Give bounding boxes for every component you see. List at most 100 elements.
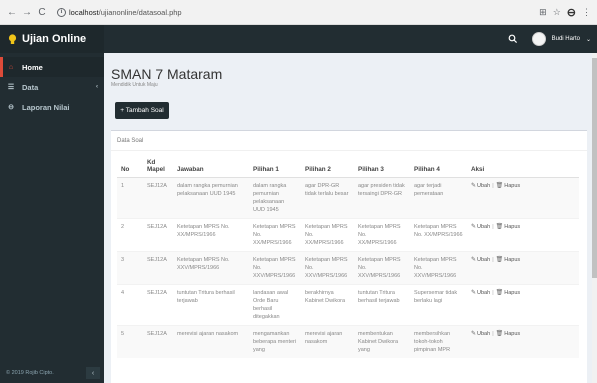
scrollbar-thumb[interactable] [592, 58, 597, 278]
table-header-row: No Kd Mapel Jawaban Pilihan 1 Pilihan 2 … [117, 155, 579, 178]
action-separator: | [492, 257, 494, 263]
edit-label: Ubah [477, 257, 491, 263]
data-soal-box: Data Soal No Kd Mapel Jawaban Pilihan 1 … [111, 130, 587, 383]
table-cell-jawaban: tuntutan Tritura berhasil terjawab [173, 284, 249, 326]
user-menu-caret-icon[interactable]: ⌄ [586, 36, 591, 43]
edit-link[interactable]: ✎Ubah [471, 290, 490, 296]
table-cell-actions: ✎Ubah | 🗑Hapus [467, 218, 579, 252]
back-arrow-icon[interactable]: ← [6, 5, 18, 19]
table-cell-p1: landasan awal Orde Baru berhasil ditegak… [249, 284, 301, 326]
star-icon[interactable]: ☆ [553, 7, 561, 18]
translate-icon[interactable]: ⊞ [539, 7, 547, 18]
table-cell-no: 2 [117, 218, 143, 252]
delete-link[interactable]: 🗑Hapus [496, 183, 521, 189]
user-name[interactable]: Budi Harto [552, 36, 580, 42]
table-cell-actions: ✎Ubah | 🗑Hapus [467, 177, 579, 219]
table-cell-jawaban: Ketetapan MPRS No. XXV/MPRS/1966 [173, 251, 249, 285]
sidebar-item-laporan-nilai[interactable]: ⊖ Laporan Nilai [0, 97, 104, 117]
table-row: 2 SEJ12A Ketetapan MPRS No. XX/MPRS/1966 Ke… [117, 218, 579, 252]
table-cell-actions: ✎Ubah | 🗑Hapus [467, 284, 579, 326]
table-cell-no: 5 [117, 325, 143, 358]
delete-link[interactable]: 🗑Hapus [496, 290, 521, 296]
delete-link[interactable]: 🗑Hapus [496, 331, 521, 337]
info-icon[interactable]: i [57, 7, 66, 17]
edit-label: Ubah [477, 290, 491, 296]
sidebar-item-label: Laporan Nilai [22, 102, 70, 112]
add-question-button[interactable]: + Tambah Soal [115, 102, 169, 119]
box-title: Data Soal [111, 131, 587, 151]
edit-icon: ✎ [471, 224, 477, 230]
table-cell-p3: membentukan Kabinet Dwikora yang [354, 325, 410, 358]
table-cell-p1: Ketetapan MPRS No. XXV/MPRS/1966 [249, 251, 301, 285]
edit-link[interactable]: ✎Ubah [471, 331, 490, 337]
sidebar-item-data[interactable]: ☰ Data ‹ [0, 77, 104, 97]
address-bar[interactable]: localhost/ujianonline/datasoal.php [69, 8, 539, 17]
table-cell-jawaban: Ketetapan MPRS No. XX/MPRS/1966 [173, 218, 249, 252]
delete-link[interactable]: 🗑Hapus [496, 224, 521, 230]
table-cell-p3: tuntutan Tritura berhasil terjawab [354, 284, 410, 326]
table-cell-no: 3 [117, 251, 143, 285]
edit-label: Ubah [477, 331, 491, 337]
sidebar-item-label: Home [22, 62, 43, 72]
column-header: Kd Mapel [143, 155, 173, 178]
trash-icon: 🗑 [495, 224, 504, 230]
table-row: 1 SEJ12A dalam rangka pemurnian pelaksanaa… [117, 177, 579, 219]
browser-toolbar: ← → C i localhost/ujianonline/datasoal.p… [0, 0, 597, 25]
delete-label: Hapus [504, 224, 521, 230]
table-cell-no: 1 [117, 177, 143, 219]
table-cell-p2: Ketetapan MPRS No. XXV/MPRS/1966 [301, 251, 354, 285]
table-cell-p2: Ketetapan MPRS No. XX/MPRS/1966 [301, 218, 354, 252]
sidebar-item-home[interactable]: ⌂ Home [0, 57, 104, 77]
action-separator: | [492, 331, 494, 337]
action-separator: | [492, 183, 494, 189]
table-cell-p3: agar presiden tidak tersaingi DPR-GR [354, 177, 410, 219]
trash-icon: 🗑 [495, 290, 504, 296]
sidebar-item-label: Data [22, 82, 39, 92]
main-content: SMAN 7 Mataram Mendidik Untuk Maju + Tam… [104, 53, 597, 383]
table-cell-kd: SEJ12A [143, 177, 173, 219]
table-cell-kd: SEJ12A [143, 251, 173, 285]
edit-link[interactable]: ✎Ubah [471, 257, 490, 263]
chevron-left-icon: ‹ [96, 84, 98, 90]
trash-icon: 🗑 [495, 183, 504, 189]
copyright-text: © 2019 Rojib Cipto. [6, 370, 54, 376]
app-title: Ujian Online [22, 33, 87, 45]
page-subtitle: Mendidik Untuk Maju [111, 82, 158, 88]
delete-link[interactable]: 🗑Hapus [496, 257, 521, 263]
table-cell-p4: Ketetapan MPRS No. XX/MPRS/1966 [410, 218, 467, 252]
table-cell-kd: SEJ12A [143, 325, 173, 358]
table-cell-no: 4 [117, 284, 143, 326]
reload-icon[interactable]: C [36, 5, 48, 19]
trash-icon: 🗑 [495, 331, 504, 337]
table-cell-p1: mengamankan beberapa menteri yang [249, 325, 301, 358]
app-logo[interactable]: Ujian Online [0, 25, 104, 53]
table-cell-actions: ✎Ubah | 🗑Hapus [467, 325, 579, 358]
sidebar-footer: © 2019 Rojib Cipto. ‹ [0, 363, 104, 383]
search-icon[interactable] [508, 34, 518, 44]
questions-table: No Kd Mapel Jawaban Pilihan 1 Pilihan 2 … [117, 155, 579, 358]
menu-dots-icon[interactable]: ⋮ [582, 7, 591, 18]
column-header: Aksi [467, 155, 579, 178]
action-separator: | [492, 224, 494, 230]
column-header: Pilihan 3 [354, 155, 410, 178]
forward-arrow-icon[interactable]: → [21, 5, 33, 19]
avatar[interactable] [531, 32, 546, 46]
app-header: Ujian Online Budi Harto ⌄ [0, 25, 597, 53]
url-path: /ujianonline/datasoal.php [98, 7, 182, 17]
table-cell-jawaban: merevisi ajaran nasakom [173, 325, 249, 358]
profile-icon[interactable]: ⊖ [567, 6, 576, 19]
table-cell-p2: berakhirnya Kabinet Dwikora [301, 284, 354, 326]
edit-link[interactable]: ✎Ubah [471, 183, 490, 189]
table-cell-p1: dalam rangka pemurnian pelaksanaan UUD 1… [249, 177, 301, 219]
lightbulb-icon [8, 33, 17, 44]
report-icon: ⊖ [8, 104, 14, 111]
delete-label: Hapus [504, 290, 521, 296]
sidebar-collapse-button[interactable]: ‹ [86, 367, 100, 379]
edit-link[interactable]: ✎Ubah [471, 224, 490, 230]
table-row: 3 SEJ12A Ketetapan MPRS No. XXV/MPRS/1966 K… [117, 251, 579, 285]
column-header: No [117, 155, 143, 178]
table-cell-p1: Ketetapan MPRS No. XX/MPRS/1966 [249, 218, 301, 252]
table-cell-p2: merevisi ajaran nasakom [301, 325, 354, 358]
column-header: Pilihan 1 [249, 155, 301, 178]
table-row: 5 SEJ12A merevisi ajaran nasakom mengamanka… [117, 325, 579, 358]
